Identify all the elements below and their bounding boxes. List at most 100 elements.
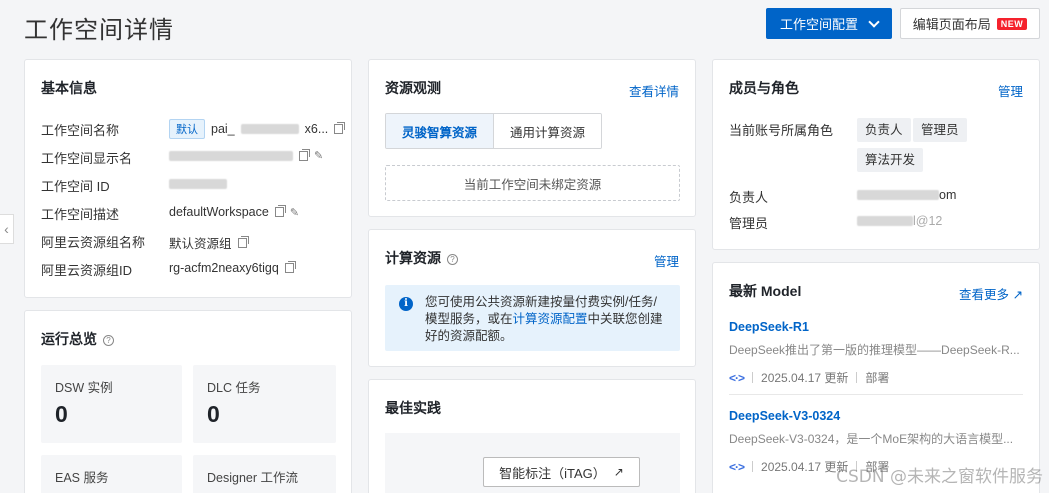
metric-label: EAS 服务 (55, 471, 109, 485)
metric-label: Designer 工作流 (207, 471, 298, 485)
deploy-link[interactable]: 部署 (865, 369, 889, 386)
itag-label: 智能标注（iTAG） (499, 465, 606, 481)
model-meta: <·> 2025.04.17 更新 部署 (729, 369, 889, 386)
workspace-config-button[interactable]: 工作空间配置 (766, 8, 892, 39)
workspace-display-name-value: ✎ (169, 148, 323, 162)
compute-card: 计算资源? 管理 i 您可使用公共资源新建按量付费实例/任务/模型服务，或在计算… (368, 229, 696, 367)
divider (752, 372, 754, 383)
redacted-mask (240, 124, 299, 134)
dlc-metric[interactable]: DLC 任务 0 (193, 365, 336, 443)
admin-value: l@12 (857, 214, 942, 228)
redacted-mask (169, 179, 227, 189)
itag-button[interactable]: 智能标注（iTAG） ↗ (483, 457, 640, 487)
basic-info-title: 基本信息 (41, 80, 97, 96)
help-icon[interactable]: ? (447, 253, 458, 265)
workspace-desc-value: defaultWorkspace ✎ (169, 205, 299, 219)
owner-value-tail: om (939, 188, 957, 202)
compute-manage-link[interactable]: 管理 (654, 251, 679, 270)
resource-watch-title: 资源观测 (385, 80, 441, 96)
collapse-sidebar-button[interactable]: ‹ (0, 214, 14, 244)
admin-label: 管理员 (729, 216, 769, 231)
tab-lingjun[interactable]: 灵骏智算资源 (386, 114, 495, 148)
view-details-link[interactable]: 查看详情 (629, 81, 679, 100)
model-desc: DeepSeek-V3-0324，是一个MoE架构的大语言模型... (729, 432, 1014, 446)
watermark: CSDN @未来之窗软件服务 (836, 467, 1043, 487)
default-tag: 默认 (169, 119, 205, 139)
workspace-config-label: 工作空间配置 (779, 17, 858, 32)
dsw-metric[interactable]: DSW 实例 0 (41, 365, 182, 443)
resource-group-name-text: 默认资源组 (169, 237, 232, 251)
eas-metric[interactable]: EAS 服务 (41, 455, 182, 493)
compute-info-box: i 您可使用公共资源新建按量付费实例/任务/模型服务，或在计算资源配置中关联您创… (385, 285, 680, 351)
edit-icon[interactable]: ✎ (314, 149, 323, 162)
resource-group-name-label: 阿里云资源组名称 (41, 235, 146, 250)
members-card: 成员与角色 管理 当前账号所属角色 负责人 管理员 算法开发 负责人 om 管理… (712, 59, 1040, 250)
workspace-desc-label: 工作空间描述 (41, 207, 120, 222)
model-desc: DeepSeek推出了第一版的推理模型——DeepSeek-R... (729, 343, 1020, 357)
copy-icon[interactable] (299, 148, 310, 161)
info-icon: i (399, 297, 413, 311)
edit-icon[interactable]: ✎ (290, 206, 299, 219)
model-date: 2025.04.17 更新 (761, 371, 849, 385)
best-practice-title: 最佳实践 (385, 400, 441, 416)
edit-layout-button[interactable]: 编辑页面布局 NEW (900, 8, 1040, 39)
copy-icon[interactable] (284, 261, 296, 273)
model-title-deepseek-v3[interactable]: DeepSeek-V3-0324 (729, 409, 840, 423)
resource-group-id-text: rg-acfm2neaxy6tigq (169, 261, 279, 275)
help-icon[interactable]: ? (103, 334, 114, 346)
compute-config-link[interactable]: 计算资源配置 (513, 312, 588, 326)
redacted-mask (169, 150, 293, 161)
workspace-name-value: 默认 pai_ x6... (169, 119, 346, 139)
metric-label: DSW 实例 (55, 381, 113, 395)
page-title: 工作空间详情 (24, 17, 174, 44)
copy-icon[interactable] (334, 122, 346, 134)
admin-value-tail: l@12 (913, 214, 943, 228)
workspace-name-prefix: pai_ (211, 122, 235, 136)
role-label: 当前账号所属角色 (729, 123, 834, 138)
metric-value: 0 (207, 401, 220, 427)
overview-title-text: 运行总览 (41, 331, 97, 347)
members-title: 成员与角色 (729, 80, 799, 96)
external-link-icon: ↗ (613, 465, 624, 479)
view-more-label: 查看更多 (959, 288, 1010, 302)
workspace-name-label: 工作空间名称 (41, 123, 120, 138)
divider (752, 461, 754, 472)
model-divider (729, 394, 1023, 395)
best-practice-card: 最佳实践 智能标注（iTAG） ↗ (368, 379, 696, 493)
copy-icon[interactable] (237, 235, 249, 248)
metric-value: 0 (55, 401, 68, 427)
models-title: 最新 Model (729, 283, 802, 299)
designer-metric[interactable]: Designer 工作流 (193, 455, 336, 493)
workspace-desc-text: defaultWorkspace (169, 205, 269, 219)
view-more-models-link[interactable]: 查看更多 ↗ (959, 284, 1023, 303)
copy-icon[interactable] (274, 205, 286, 217)
chevron-down-icon (868, 15, 880, 28)
compute-info-text: 您可使用公共资源新建按量付费实例/任务/模型服务，或在计算资源配置中关联您创建好… (425, 294, 665, 345)
basic-info-card: 基本信息 工作空间名称 默认 pai_ x6... 工作空间显示名 ✎ 工作空间 … (24, 59, 352, 298)
resource-group-id-label: 阿里云资源组ID (41, 263, 133, 278)
external-link-icon: ↗ (1012, 288, 1023, 302)
empty-resource-box: 当前工作空间未绑定资源 (385, 165, 680, 201)
role-tag-owner: 负责人 (857, 118, 911, 142)
new-badge: NEW (996, 17, 1028, 30)
resource-group-id-value: rg-acfm2neaxy6tigq (169, 261, 296, 275)
workspace-name-suffix: x6... (304, 122, 329, 136)
members-manage-link[interactable]: 管理 (998, 81, 1023, 100)
compute-title: 计算资源? (385, 248, 458, 268)
redacted-mask (857, 216, 913, 226)
owner-value: om (857, 188, 956, 202)
metric-label: DLC 任务 (207, 381, 261, 395)
tab-general[interactable]: 通用计算资源 (494, 114, 602, 148)
divider (856, 372, 858, 383)
resource-group-name-value: 默认资源组 (169, 233, 249, 252)
compute-title-text: 计算资源 (385, 250, 441, 266)
workspace-id-value (169, 179, 227, 189)
resource-type-tabs: 灵骏智算资源 通用计算资源 (385, 113, 603, 149)
model-title-deepseek-r1[interactable]: DeepSeek-R1 (729, 320, 809, 334)
role-tag-developer: 算法开发 (857, 148, 924, 172)
edit-layout-label: 编辑页面布局 (912, 17, 991, 32)
chevron-left-icon: ‹ (4, 221, 9, 237)
workspace-display-name-label: 工作空间显示名 (41, 151, 133, 166)
models-card: 最新 Model 查看更多 ↗ DeepSeek-R1 DeepSeek推出了第… (712, 262, 1040, 493)
workspace-id-label: 工作空间 ID (41, 179, 110, 194)
